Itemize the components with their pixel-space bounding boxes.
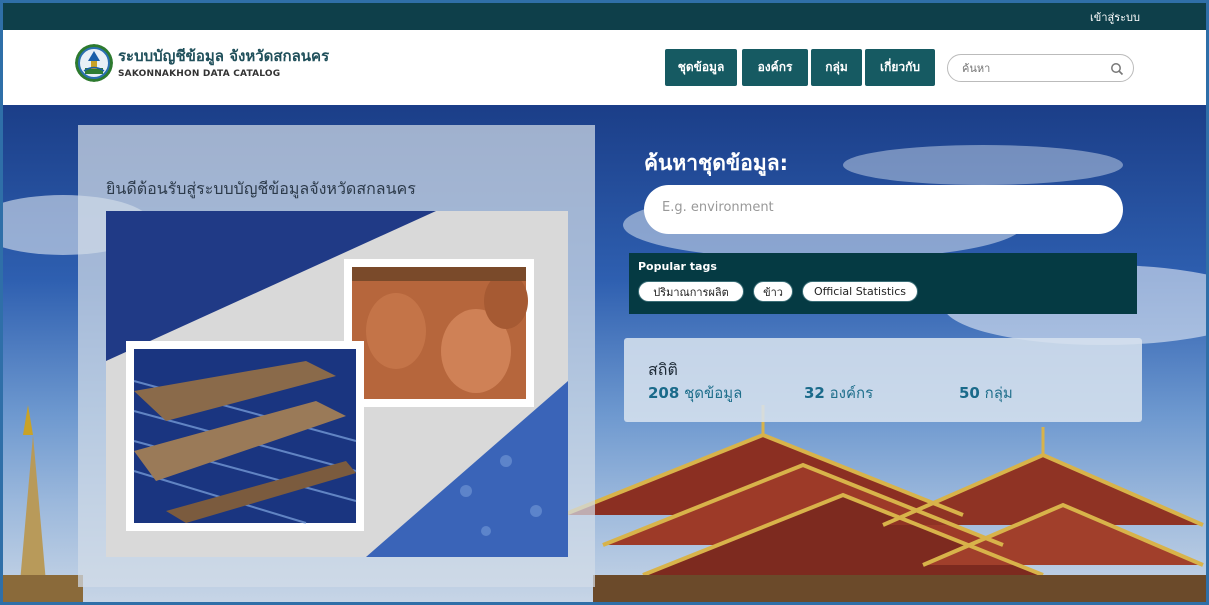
statistics-title: สถิติ — [648, 360, 678, 379]
nav-organizations-button[interactable]: องค์กร — [742, 49, 808, 86]
stat-organizations[interactable]: 32 องค์กร — [804, 381, 873, 405]
tag-official-statistics[interactable]: Official Statistics — [802, 281, 918, 302]
popular-tags-title: Popular tags — [638, 260, 717, 273]
stat-groups-count: 50 — [959, 384, 980, 402]
stat-groups-label: กลุ่ม — [984, 384, 1013, 402]
stat-organizations-count: 32 — [804, 384, 825, 402]
tag-production-volume[interactable]: ปริมาณการผลิต — [638, 281, 744, 302]
search-icon[interactable] — [1110, 61, 1124, 80]
nav-datasets-button[interactable]: ชุดข้อมูล — [665, 49, 737, 86]
nav-groups-button[interactable]: กลุ่ม — [811, 49, 862, 86]
stat-organizations-label: องค์กร — [829, 384, 874, 402]
welcome-panel: ยินดีต้อนรับสู่ระบบบัญชีข้อมูลจังหวัดสกล… — [78, 125, 595, 587]
stat-datasets-count: 208 — [648, 384, 680, 402]
nav-about-button[interactable]: เกี่ยวกับ — [865, 49, 935, 86]
header-search-input[interactable] — [960, 61, 1104, 76]
statistics-panel: สถิติ 208 ชุดข้อมูล 32 องค์กร 50 กลุ่ม — [624, 338, 1142, 422]
site-header: ระบบบัญชีข้อมูล จังหวัดสกลนคร SAKONNAKHO… — [3, 30, 1206, 105]
site-title[interactable]: ระบบบัญชีข้อมูล จังหวัดสกลนคร — [118, 44, 329, 68]
province-seal-icon[interactable] — [75, 44, 113, 82]
welcome-heading: ยินดีต้อนรับสู่ระบบบัญชีข้อมูลจังหวัดสกล… — [106, 179, 416, 198]
dataset-search-box — [644, 185, 1123, 234]
page-frame: เข้าสู่ระบบ ระบบบัญชีข้อมูล จังหวัดสกลนค… — [0, 0, 1209, 605]
hero-section: ยินดีต้อนรับสู่ระบบบัญชีข้อมูลจังหวัดสกล… — [3, 105, 1206, 602]
stat-datasets[interactable]: 208 ชุดข้อมูล — [648, 381, 742, 405]
stat-groups[interactable]: 50 กลุ่ม — [959, 381, 1013, 405]
dataset-search-input[interactable] — [660, 199, 1104, 216]
dataset-search-heading: ค้นหาชุดข้อมูล: — [644, 151, 789, 175]
header-search — [947, 54, 1134, 82]
top-bar: เข้าสู่ระบบ — [3, 3, 1206, 30]
popular-tags-box: Popular tags ปริมาณการผลิต ข้าว Official… — [629, 253, 1137, 314]
site-subtitle: SAKONNAKHON DATA CATALOG — [118, 69, 281, 79]
stat-datasets-label: ชุดข้อมูล — [684, 384, 743, 402]
tag-rice[interactable]: ข้าว — [753, 281, 793, 302]
login-link[interactable]: เข้าสู่ระบบ — [1090, 8, 1140, 26]
welcome-collage-image — [106, 211, 568, 557]
